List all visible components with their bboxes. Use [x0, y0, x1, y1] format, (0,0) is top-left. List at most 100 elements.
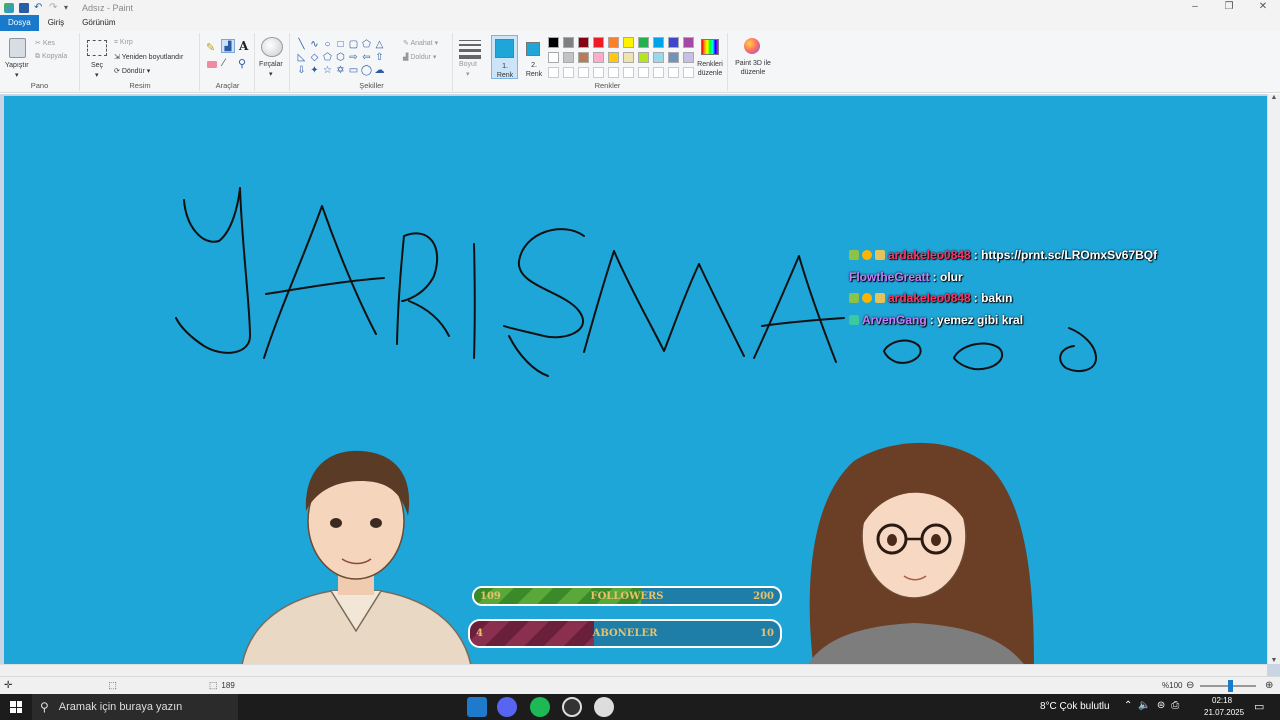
callout-rect-shape-icon[interactable]: ▭	[347, 64, 360, 77]
fill-button[interactable]: ▟ Doldur ▾	[403, 53, 436, 61]
shape-gallery[interactable]: ╲ ∿ ○ □ ▢ ⬠ △ ◺ ◇ ⬠ ⬡ ⇨ ⇦ ⇧ ⇩ ✦ ☆ ✡ ▭ ◯	[295, 38, 386, 77]
custom-color-slot[interactable]	[668, 67, 679, 78]
vscode-icon[interactable]	[467, 697, 487, 717]
chat-username[interactable]: ArvenGang	[862, 313, 927, 327]
palette-color-swatch[interactable]	[563, 52, 574, 63]
custom-color-slot[interactable]	[623, 67, 634, 78]
windows-start-icon[interactable]	[10, 701, 22, 713]
outline-button[interactable]: ✎ Anahat ▾	[403, 39, 438, 47]
color-picker-icon[interactable]: ⁄	[223, 57, 225, 69]
tab-home[interactable]: Giriş	[39, 15, 73, 31]
save-icon[interactable]	[19, 2, 29, 13]
curve-shape-icon[interactable]: ∿	[308, 38, 321, 51]
four-point-star-shape-icon[interactable]: ✦	[308, 64, 321, 77]
horizontal-scrollbar[interactable]	[0, 664, 1267, 676]
custom-color-slot[interactable]	[593, 67, 604, 78]
right-arrow-shape-icon[interactable]: ⇨	[347, 51, 360, 64]
discord-icon[interactable]	[497, 697, 517, 717]
up-arrow-shape-icon[interactable]: ⇧	[373, 51, 386, 64]
six-point-star-shape-icon[interactable]: ✡	[334, 64, 347, 77]
obs-icon[interactable]	[562, 697, 582, 717]
left-arrow-shape-icon[interactable]: ⇦	[360, 51, 373, 64]
chat-username[interactable]: ardakeleo0848	[888, 291, 971, 305]
palette-color-swatch[interactable]	[638, 52, 649, 63]
palette-color-swatch[interactable]	[578, 37, 589, 48]
eraser-icon[interactable]	[207, 61, 217, 68]
paint3d-button[interactable]: Paint 3D ile düzenle	[730, 33, 776, 91]
pencil-icon[interactable]: ✎	[206, 41, 215, 54]
palette-color-swatch[interactable]	[668, 37, 679, 48]
oval-shape-icon[interactable]: ○	[321, 38, 334, 51]
edit-colors-button[interactable]: Renkleri düzenle	[693, 35, 727, 79]
chat-username[interactable]: FlowtheGreatt	[849, 270, 930, 284]
minimize-icon[interactable]: –	[1178, 0, 1212, 15]
palette-color-swatch[interactable]	[608, 52, 619, 63]
system-tray-icons[interactable]: ⌃🔈⊜⎙	[1124, 700, 1185, 711]
close-icon[interactable]: ✕	[1246, 0, 1280, 15]
custom-color-slot[interactable]	[563, 67, 574, 78]
notification-icon[interactable]: ▭	[1254, 700, 1264, 713]
palette-color-swatch[interactable]	[563, 37, 574, 48]
rectangle-shape-icon[interactable]: □	[334, 38, 347, 51]
resize-button[interactable]: ⇲ Yeniden boyutlandır	[114, 53, 183, 61]
custom-color-slot[interactable]	[653, 67, 664, 78]
crop-button[interactable]: ⌗ Kırp	[114, 39, 133, 47]
pentagon-shape-icon[interactable]: ⬠	[321, 51, 334, 64]
callout-oval-shape-icon[interactable]: ◯	[360, 64, 373, 77]
polygon-shape-icon[interactable]: ⬠	[360, 38, 373, 51]
down-arrow-shape-icon[interactable]: ⇩	[295, 64, 308, 77]
select-button[interactable]: Seç ▾	[85, 36, 109, 80]
clock-time[interactable]: 02:18	[1212, 696, 1232, 705]
scroll-down-icon[interactable]: ▼	[1268, 657, 1280, 664]
taskbar-search[interactable]: ⚲ Aramak için buraya yazın	[32, 694, 238, 720]
tab-file[interactable]: Dosya	[0, 15, 39, 31]
maximize-icon[interactable]: ❐	[1212, 0, 1246, 15]
vertical-scrollbar[interactable]: ▲ ▼	[1267, 94, 1280, 664]
fill-bucket-icon[interactable]: ▟	[221, 39, 235, 53]
size-group[interactable]: Boyut ▾	[454, 33, 486, 91]
rotate-button[interactable]: ⟳ Döndür ▾	[114, 67, 150, 75]
customize-quick-access-icon[interactable]: ▾	[64, 3, 74, 13]
cut-button[interactable]: ✂ Kes	[35, 39, 55, 47]
zoom-slider[interactable]	[1200, 680, 1256, 692]
zoom-in-icon[interactable]: ⊕	[1265, 680, 1273, 691]
brushes-group[interactable]: Fırçalar ▾	[256, 33, 290, 91]
paint-taskbar-icon[interactable]	[594, 697, 614, 717]
redo-icon[interactable]: ↷	[49, 2, 59, 13]
custom-color-slot[interactable]	[548, 67, 559, 78]
undo-icon[interactable]: ↶	[34, 2, 44, 13]
palette-color-swatch[interactable]	[653, 52, 664, 63]
palette-color-swatch[interactable]	[668, 52, 679, 63]
triangle-shape-icon[interactable]: △	[373, 38, 386, 51]
right-triangle-shape-icon[interactable]: ◺	[295, 51, 308, 64]
palette-color-swatch[interactable]	[653, 37, 664, 48]
rounded-rectangle-shape-icon[interactable]: ▢	[347, 38, 360, 51]
spotify-icon[interactable]	[530, 697, 550, 717]
custom-color-slot[interactable]	[578, 67, 589, 78]
zoom-out-icon[interactable]: ⊖	[1186, 680, 1194, 691]
paste-button[interactable]: Yapıştır ▾	[3, 36, 31, 80]
chat-username[interactable]: ardakeleo0848	[888, 248, 971, 262]
copy-button[interactable]: ⧉ Kopyala	[35, 53, 67, 61]
zoom-slider-thumb[interactable]	[1228, 680, 1233, 692]
palette-color-swatch[interactable]	[548, 52, 559, 63]
custom-color-slot[interactable]	[608, 67, 619, 78]
hexagon-shape-icon[interactable]: ⬡	[334, 51, 347, 64]
color1-button[interactable]: 1. Renk	[491, 35, 518, 79]
palette-color-swatch[interactable]	[608, 37, 619, 48]
palette-color-swatch[interactable]	[578, 52, 589, 63]
palette-color-swatch[interactable]	[623, 52, 634, 63]
color2-button[interactable]: 2. Renk	[521, 35, 547, 79]
tab-view[interactable]: Görünüm	[73, 15, 124, 31]
diamond-shape-icon[interactable]: ◇	[308, 51, 321, 64]
palette-color-swatch[interactable]	[593, 37, 604, 48]
five-point-star-shape-icon[interactable]: ☆	[321, 64, 334, 77]
custom-color-slot[interactable]	[638, 67, 649, 78]
scroll-up-icon[interactable]: ▲	[1268, 94, 1280, 101]
weather-text[interactable]: 8°C Çok bulutlu	[1040, 701, 1110, 712]
line-shape-icon[interactable]: ╲	[295, 38, 308, 51]
magnifier-icon[interactable]: ⚲	[238, 57, 246, 70]
palette-color-swatch[interactable]	[593, 52, 604, 63]
palette-color-swatch[interactable]	[638, 37, 649, 48]
drawing-canvas[interactable]: ardakeleo0848 : https://prnt.sc/LROmxSv6…	[4, 96, 1267, 664]
